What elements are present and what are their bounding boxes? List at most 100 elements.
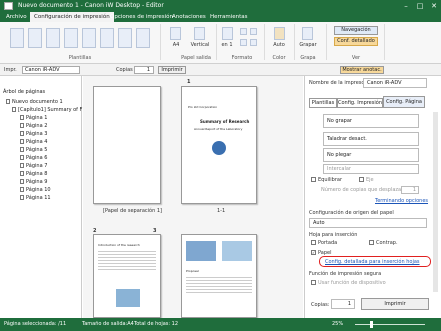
tree-page[interactable]: Página 8 bbox=[20, 171, 47, 177]
balance-label: Equilibrar bbox=[318, 177, 343, 183]
tree-chapter[interactable]: [Capítulo1] Summary of F bbox=[12, 107, 82, 113]
tab-plantillas[interactable]: Plantillas bbox=[309, 98, 337, 108]
tab-config-pagina[interactable]: Config. Página bbox=[383, 96, 425, 108]
staple-select[interactable]: No grapar bbox=[323, 114, 419, 128]
zoom-slider-thumb[interactable] bbox=[370, 321, 373, 328]
finishing-options-link[interactable]: Terminando opciones bbox=[375, 198, 428, 204]
page-thumbnail[interactable]: Introduction of the research bbox=[93, 234, 161, 318]
device-function-label: Usar función de dispositivo bbox=[318, 280, 386, 286]
group-label-formato: Formato bbox=[231, 55, 253, 61]
tree-page-label: Página 2 bbox=[26, 123, 48, 129]
page-thumbnail[interactable]: Proposal bbox=[181, 234, 257, 318]
staple-value[interactable]: Grapar bbox=[296, 42, 320, 48]
tab-archivo[interactable]: Archivo bbox=[2, 12, 31, 22]
title-bar: Nuevo documento 1 - Canon iW Desktop - E… bbox=[0, 0, 441, 12]
template-icon[interactable] bbox=[136, 28, 150, 48]
template-icon[interactable] bbox=[100, 28, 114, 48]
paper-size-icon[interactable] bbox=[170, 27, 181, 40]
layout-option-icon[interactable] bbox=[250, 39, 257, 46]
show-annotations-button[interactable]: Mostrar anotac. bbox=[340, 66, 384, 74]
fold-select[interactable]: No plegar bbox=[323, 148, 419, 162]
close-icon[interactable]: ✕ bbox=[427, 0, 441, 12]
page-icon bbox=[20, 123, 24, 128]
color-value[interactable]: Auto bbox=[268, 42, 290, 48]
navigation-button[interactable]: Navegación bbox=[334, 26, 378, 35]
paper-source-select[interactable]: Auto bbox=[309, 218, 427, 228]
shift-copies-input[interactable]: 1 bbox=[401, 186, 419, 194]
tree-page[interactable]: Página 2 bbox=[20, 123, 47, 129]
tree-page[interactable]: Página 9 bbox=[20, 179, 47, 185]
axis-checkbox[interactable]: Eje bbox=[359, 177, 374, 183]
tree-page[interactable]: Página 6 bbox=[20, 155, 47, 161]
tree-page-label: Página 8 bbox=[26, 171, 48, 177]
detailed-settings-button[interactable]: Conf. detallado bbox=[334, 37, 378, 46]
copies-input[interactable]: 1 bbox=[331, 299, 355, 309]
collate-select[interactable]: Intercalar bbox=[323, 164, 419, 174]
tree-page[interactable]: Página 5 bbox=[20, 147, 47, 153]
toolbar: Impr. Canon iR-ADV Copias 1 Imprimir Mos… bbox=[0, 64, 441, 76]
text-block bbox=[98, 249, 156, 271]
shift-copies-label: Número de copias que desplazar bbox=[321, 187, 404, 193]
page-thumbnail[interactable]: Pro Ltd Corporation Summary of Research … bbox=[181, 86, 257, 204]
tree-root[interactable]: Nuevo documento 1 bbox=[6, 99, 63, 105]
back-cover-checkbox[interactable]: Contrap. bbox=[369, 240, 398, 246]
photo-image bbox=[186, 241, 216, 261]
template-icon[interactable] bbox=[64, 28, 78, 48]
layout-option-icon[interactable] bbox=[240, 39, 247, 46]
layout-option-icon[interactable] bbox=[250, 28, 257, 35]
maximize-icon[interactable]: □ bbox=[413, 0, 427, 12]
tab-config-impresion[interactable]: Config. Impresión bbox=[337, 98, 383, 108]
divider bbox=[384, 24, 385, 60]
balance-checkbox[interactable]: Equilibrar bbox=[311, 177, 342, 183]
staple-icon[interactable] bbox=[302, 27, 313, 40]
layout-option-icon[interactable] bbox=[240, 28, 247, 35]
template-icon[interactable] bbox=[46, 28, 60, 48]
layout-icon[interactable] bbox=[222, 27, 233, 40]
tree-page-label: Página 3 bbox=[26, 131, 48, 137]
device-function-checkbox[interactable]: Usar función de dispositivo bbox=[311, 280, 386, 286]
doc-subtitle: Annual Report of the Laboratory bbox=[194, 127, 243, 131]
punch-select[interactable]: Taladrar desact. bbox=[323, 132, 419, 146]
tree-page[interactable]: Página 1 bbox=[20, 115, 47, 121]
template-icon[interactable] bbox=[82, 28, 96, 48]
tab-opciones-impresion[interactable]: Opciones de impresión bbox=[106, 12, 177, 22]
print-button[interactable]: Imprimir bbox=[158, 66, 186, 74]
separator-page[interactable] bbox=[93, 86, 161, 204]
p3-heading: Proposal bbox=[186, 269, 199, 273]
page-icon bbox=[20, 115, 24, 120]
total-sheets-status: Total de hojas: 12 bbox=[134, 321, 179, 327]
paper-size-value[interactable]: A4 bbox=[166, 42, 186, 48]
zoom-slider[interactable] bbox=[355, 324, 425, 325]
tab-configuracion-impresion[interactable]: Configuración de impresión bbox=[30, 12, 114, 22]
layout-value[interactable]: en 1 bbox=[218, 42, 236, 48]
group-label-color: Color bbox=[272, 55, 286, 61]
template-icon[interactable] bbox=[10, 28, 24, 48]
axis-label: Eje bbox=[366, 177, 374, 183]
template-icon[interactable] bbox=[118, 28, 132, 48]
orientation-icon[interactable] bbox=[194, 27, 205, 40]
cover-checkbox[interactable]: Portada bbox=[311, 240, 337, 246]
output-size-status: Tamaño de salida:A4 bbox=[82, 321, 134, 327]
print-button[interactable]: Imprimir bbox=[361, 298, 429, 310]
tree-page[interactable]: Página 4 bbox=[20, 139, 47, 145]
copies-input[interactable]: 1 bbox=[134, 66, 154, 74]
group-label-grapa: Grapa bbox=[300, 55, 316, 61]
doc-title: Summary of Research bbox=[200, 119, 250, 124]
tab-anotaciones[interactable]: Anotaciones bbox=[168, 12, 210, 22]
tree-page-label: Página 7 bbox=[26, 163, 48, 169]
tree-page[interactable]: Página 7 bbox=[20, 163, 47, 169]
tree-page[interactable]: Página 11 bbox=[20, 195, 51, 201]
printer-select[interactable]: Canon iR-ADV bbox=[22, 66, 80, 74]
orientation-value[interactable]: Vertical bbox=[186, 42, 214, 48]
template-icon[interactable] bbox=[28, 28, 42, 48]
tree-page[interactable]: Página 10 bbox=[20, 187, 51, 193]
tree-page[interactable]: Página 3 bbox=[20, 131, 47, 137]
page-tree-title: Árbol de páginas bbox=[3, 89, 46, 95]
minimize-icon[interactable]: – bbox=[399, 0, 413, 12]
insertion-detailed-settings-link[interactable]: Config. detallada para inserción hojas bbox=[325, 259, 420, 265]
settings-scrollbar[interactable] bbox=[433, 112, 438, 292]
color-icon[interactable] bbox=[274, 27, 285, 40]
tab-herramientas[interactable]: Herramientas bbox=[206, 12, 251, 22]
printer-name-select[interactable]: Canon iR-ADV bbox=[363, 78, 427, 88]
page-preview-area: 1 [Papel de separación 1] Pro Ltd Corpor… bbox=[83, 76, 303, 318]
